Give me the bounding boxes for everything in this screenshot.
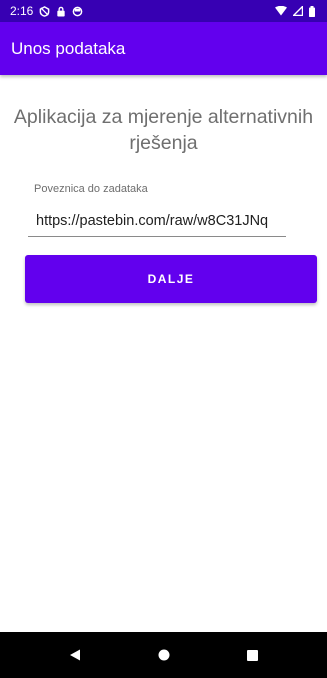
page-heading: Aplikacija za mjerenje alternativnih rje… (13, 106, 314, 154)
recents-icon (247, 649, 258, 661)
next-button[interactable]: DALJE (25, 255, 317, 303)
wifi-icon (275, 6, 287, 16)
app-bar: Unos podataka (0, 22, 327, 75)
navigation-bar (0, 632, 327, 678)
url-input[interactable] (28, 205, 286, 237)
battery-icon (309, 5, 315, 17)
status-time: 2:16 (10, 4, 34, 18)
status-bar: 2:16 (0, 0, 327, 22)
home-button[interactable] (144, 635, 184, 675)
app-bar-title: Unos podataka (11, 38, 126, 58)
location-icon (39, 5, 50, 17)
status-left: 2:16 (10, 4, 83, 18)
recents-button[interactable] (233, 635, 273, 675)
back-button[interactable] (55, 635, 95, 675)
signal-icon (293, 6, 303, 16)
status-right (275, 5, 315, 17)
sync-icon (72, 6, 83, 17)
back-icon (69, 649, 80, 661)
url-field-label: Poveznica do zadataka (34, 183, 148, 195)
home-icon (158, 649, 169, 661)
lock-icon (56, 6, 66, 17)
